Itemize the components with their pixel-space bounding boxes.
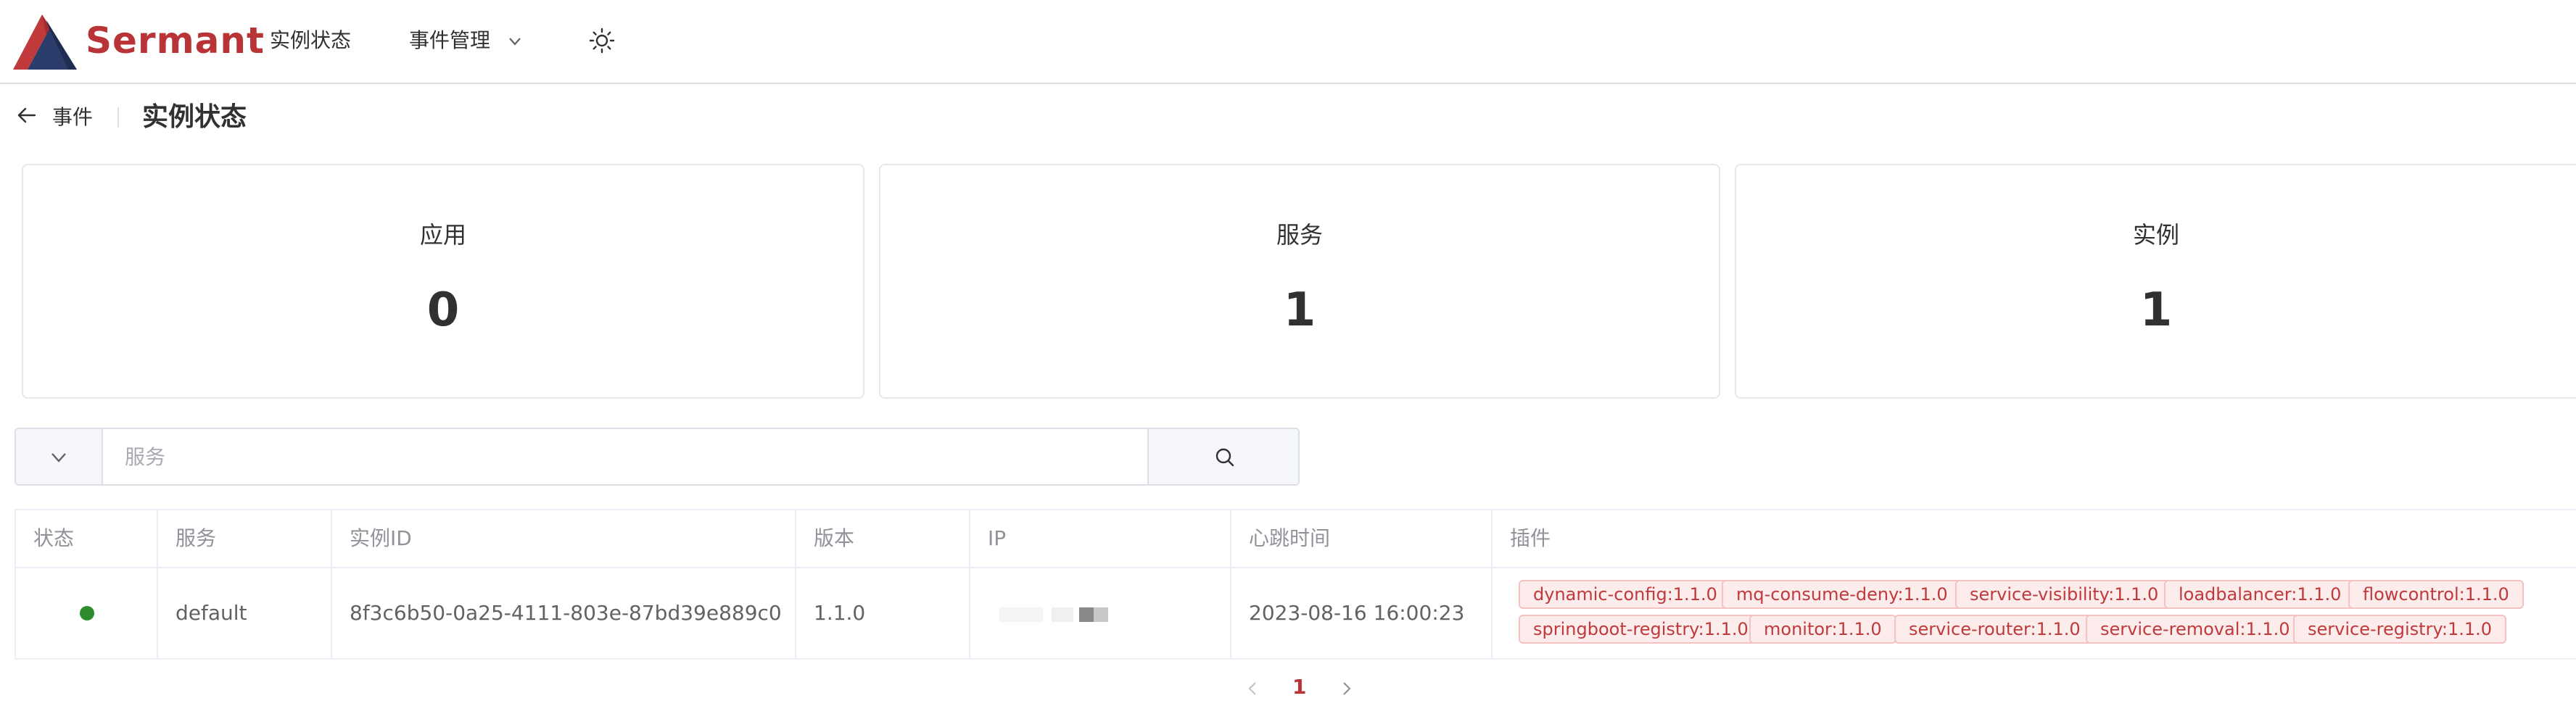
plugin-tag: springboot-registry:1.1.0 bbox=[1519, 615, 1763, 644]
redacted-ip bbox=[1094, 607, 1108, 622]
stat-label: 服务 bbox=[1276, 221, 1323, 249]
search-icon bbox=[1215, 448, 1234, 467]
cell-heartbeat: 2023-08-16 16:00:23 bbox=[1231, 568, 1493, 658]
redacted-ip bbox=[1052, 607, 1073, 622]
cell-ip bbox=[970, 568, 1231, 658]
back-link[interactable]: 事件 bbox=[52, 103, 93, 132]
nav-event-management-label: 事件管理 bbox=[409, 28, 491, 52]
search-button[interactable] bbox=[1147, 429, 1298, 484]
column-header-version: 版本 bbox=[796, 510, 970, 567]
plugin-tag: mq-consume-deny:1.1.0 bbox=[1722, 580, 1962, 609]
plugin-tag: flowcontrol:1.1.0 bbox=[2348, 580, 2524, 609]
plugin-tag: service-removal:1.1.0 bbox=[2086, 615, 2305, 644]
column-header-status: 状态 bbox=[16, 510, 158, 567]
column-header-service: 服务 bbox=[158, 510, 332, 567]
column-header-instance-id: 实例ID bbox=[332, 510, 796, 567]
cell-status bbox=[16, 568, 158, 658]
brand-name[interactable]: Sermant bbox=[86, 17, 265, 64]
stat-value: 0 bbox=[426, 283, 460, 337]
stat-value: 1 bbox=[2139, 283, 2173, 337]
page-title: 实例状态 bbox=[142, 102, 247, 132]
nav-event-management[interactable]: 事件管理 bbox=[409, 26, 523, 55]
plugin-tag: monitor:1.1.0 bbox=[1749, 615, 1896, 644]
stat-card-services: 服务 1 bbox=[879, 164, 1720, 399]
redacted-ip bbox=[1079, 607, 1094, 622]
top-navbar: Sermant 实例状态 事件管理 bbox=[0, 0, 2576, 84]
nav-instance-status[interactable]: 实例状态 bbox=[270, 26, 351, 55]
column-header-ip: IP bbox=[970, 510, 1231, 567]
chevron-down-icon bbox=[509, 38, 521, 46]
cell-instance-id: 8f3c6b50-0a25-4111-803e-87bd39e889c0 bbox=[332, 568, 796, 658]
chevron-down-icon bbox=[51, 453, 66, 462]
stat-value: 1 bbox=[1283, 283, 1316, 337]
search-type-select[interactable] bbox=[16, 429, 103, 484]
search-input[interactable] bbox=[103, 429, 1147, 484]
column-header-plugins: 插件 bbox=[1510, 526, 1551, 550]
plugin-tag: service-router:1.1.0 bbox=[1894, 615, 2095, 644]
chevron-left-icon[interactable] bbox=[1243, 678, 1263, 699]
search-bar bbox=[15, 428, 1300, 486]
arrow-left-icon[interactable] bbox=[16, 104, 38, 126]
stat-card-instances: 实例 1 bbox=[1735, 164, 2576, 399]
redacted-ip bbox=[999, 607, 1043, 622]
cell-version: 1.1.0 bbox=[796, 568, 970, 658]
stat-card-applications: 应用 0 bbox=[22, 164, 864, 399]
nav-instance-status-label: 实例状态 bbox=[270, 28, 352, 52]
pagination-current-page[interactable]: 1 bbox=[1292, 673, 1306, 702]
sermant-logo[interactable] bbox=[13, 14, 77, 70]
plugin-tag: loadbalancer:1.1.0 bbox=[2164, 580, 2356, 609]
sun-icon[interactable] bbox=[587, 26, 616, 55]
column-header-heartbeat: 心跳时间 bbox=[1231, 510, 1493, 567]
plugin-tag: dynamic-config:1.1.0 bbox=[1519, 580, 1732, 609]
plugin-tag: service-registry:1.1.0 bbox=[2293, 615, 2507, 644]
cell-service: default bbox=[158, 568, 332, 658]
chevron-right-icon[interactable] bbox=[1336, 678, 1356, 699]
plugin-tag: service-visibility:1.1.0 bbox=[1955, 580, 2174, 609]
stat-label: 应用 bbox=[419, 221, 466, 249]
status-online-dot bbox=[80, 606, 94, 620]
divider bbox=[117, 107, 119, 128]
stat-label: 实例 bbox=[2132, 221, 2179, 249]
